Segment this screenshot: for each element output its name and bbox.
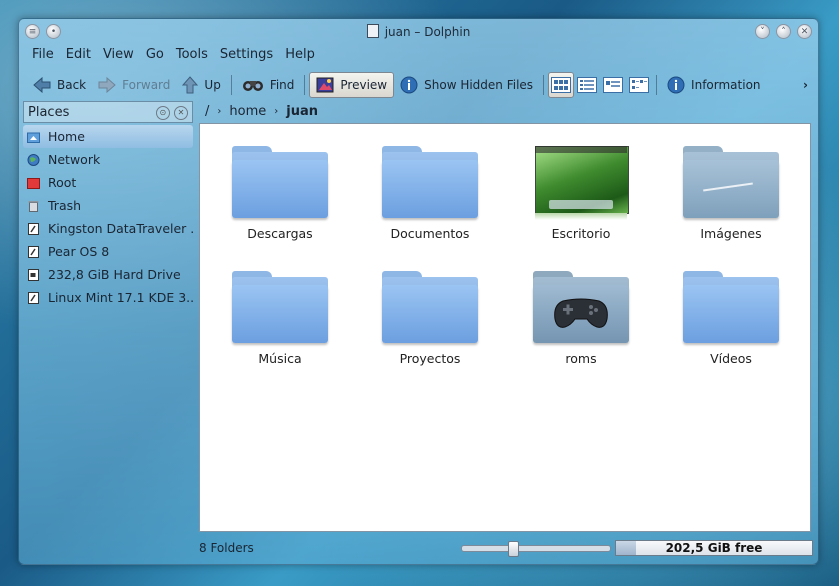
optical-disc-icon	[28, 291, 39, 304]
optical-disc-icon	[28, 245, 39, 258]
find-button[interactable]: Find	[236, 72, 301, 98]
home-icon	[27, 132, 40, 143]
binoculars-icon	[242, 81, 263, 91]
trash-icon	[28, 200, 39, 212]
show-hidden-files-button[interactable]: Show Hidden Files	[394, 72, 539, 98]
place-item-root[interactable]: Root	[23, 171, 193, 194]
file-item-imagenes[interactable]: Imágenes	[661, 146, 801, 241]
menu-file[interactable]: File	[31, 47, 61, 67]
maximize-button[interactable]: ˄	[776, 24, 791, 39]
float-panel-icon[interactable]: ⊙	[155, 106, 170, 120]
menu-help[interactable]: Help	[284, 47, 322, 67]
zoom-slider[interactable]	[461, 541, 611, 557]
menu-settings[interactable]: Settings	[219, 47, 280, 67]
free-space-indicator[interactable]: 202,5 GiB free	[615, 540, 813, 556]
document-icon	[366, 24, 379, 38]
status-summary: 8 Folders	[199, 541, 254, 555]
folder-icon	[232, 146, 328, 220]
minimize-button[interactable]: ˅	[755, 24, 770, 39]
gamepad-icon	[554, 298, 608, 328]
toolbar-separator	[656, 75, 658, 95]
menu-view[interactable]: View	[102, 47, 141, 67]
information-button[interactable]: Information	[661, 72, 766, 98]
preview-toggle-button[interactable]: Preview	[309, 72, 395, 98]
info-circle-icon	[400, 76, 418, 94]
folder-icon	[232, 271, 328, 345]
icons-view-button[interactable]	[548, 72, 575, 98]
breadcrumb-root[interactable]: /	[205, 104, 209, 119]
place-item-trash[interactable]: Trash	[23, 194, 193, 217]
places-header: Places ⊙ ✕	[23, 101, 193, 123]
menu-go[interactable]: Go	[145, 47, 171, 67]
details-view-icon	[577, 77, 598, 93]
place-item-hard-drive[interactable]: 232,8 GiB Hard Drive	[23, 263, 193, 286]
images-folder-icon	[683, 146, 779, 220]
network-icon	[27, 153, 40, 166]
arrow-left-icon	[33, 77, 51, 93]
folder-icon	[382, 146, 478, 220]
place-item-linux-mint[interactable]: Linux Mint 17.1 KDE 3...	[23, 286, 193, 309]
window-title: juan – Dolphin	[19, 24, 818, 39]
places-panel: Places ⊙ ✕ Home Network Root Trash Kings…	[23, 101, 193, 331]
breadcrumb-juan[interactable]: juan	[286, 104, 318, 119]
details-view-button[interactable]	[574, 72, 600, 98]
file-item-descargas[interactable]: Descargas	[210, 146, 350, 241]
place-item-pear-os[interactable]: Pear OS 8	[23, 240, 193, 263]
places-list: Home Network Root Trash Kingston DataTra…	[23, 125, 193, 309]
up-button[interactable]: Up	[176, 72, 226, 98]
zoom-slider-handle[interactable]	[508, 541, 519, 557]
place-item-home[interactable]: Home	[23, 125, 193, 148]
info-circle-icon	[667, 76, 685, 94]
dolphin-window: ≡ • juan – Dolphin ˅ ˄ ✕ File Edit View …	[18, 18, 819, 565]
file-item-documentos[interactable]: Documentos	[360, 146, 500, 241]
gamepad-folder-icon	[533, 271, 629, 345]
forward-button[interactable]: Forward	[92, 72, 176, 98]
root-folder-icon	[27, 177, 40, 189]
columns-view-button[interactable]	[600, 72, 626, 98]
preview-icon	[316, 77, 334, 93]
places-title: Places	[28, 104, 70, 120]
columns-view-icon	[603, 77, 624, 93]
breadcrumb: / › home › juan	[205, 102, 326, 120]
place-item-network[interactable]: Network	[23, 148, 193, 171]
icons-view-icon	[551, 77, 572, 93]
chevron-right-icon: ›	[217, 105, 222, 117]
arrow-right-icon	[98, 77, 116, 93]
close-panel-icon[interactable]: ✕	[174, 106, 188, 120]
folder-icon	[382, 271, 478, 345]
menu-edit[interactable]: Edit	[65, 47, 98, 67]
hard-drive-icon	[28, 268, 39, 281]
titlebar: ≡ • juan – Dolphin ˅ ˄ ✕	[19, 19, 818, 45]
toolbar: Back Forward Up Find Preview Show Hidden…	[27, 71, 814, 99]
toolbar-separator	[543, 75, 545, 95]
compact-view-button[interactable]	[626, 72, 652, 98]
file-item-escritorio[interactable]: Escritorio	[511, 146, 651, 241]
place-item-usb-drive[interactable]: Kingston DataTraveler ...	[23, 217, 193, 240]
close-button[interactable]: ✕	[797, 24, 812, 39]
menubar: File Edit View Go Tools Settings Help	[31, 47, 326, 67]
menu-tools[interactable]: Tools	[175, 47, 215, 67]
toolbar-separator	[304, 75, 306, 95]
arrow-up-icon	[182, 76, 199, 94]
file-item-proyectos[interactable]: Proyectos	[360, 271, 500, 366]
file-item-musica[interactable]: Música	[210, 271, 350, 366]
used-space-fill	[616, 541, 636, 555]
chevron-right-icon: ›	[274, 105, 279, 117]
file-item-roms[interactable]: roms	[511, 271, 651, 366]
back-button[interactable]: Back	[27, 72, 92, 98]
usb-drive-icon	[28, 222, 39, 235]
toolbar-separator	[230, 75, 232, 95]
folder-icon	[683, 271, 779, 345]
breadcrumb-home[interactable]: home	[229, 104, 266, 119]
compact-view-icon	[629, 77, 650, 93]
file-item-videos[interactable]: Vídeos	[661, 271, 801, 366]
toolbar-overflow-button[interactable]: ›	[797, 72, 814, 98]
desktop-preview-icon	[535, 146, 629, 220]
file-view[interactable]: Descargas Documentos Escritorio Imágenes	[199, 123, 811, 532]
